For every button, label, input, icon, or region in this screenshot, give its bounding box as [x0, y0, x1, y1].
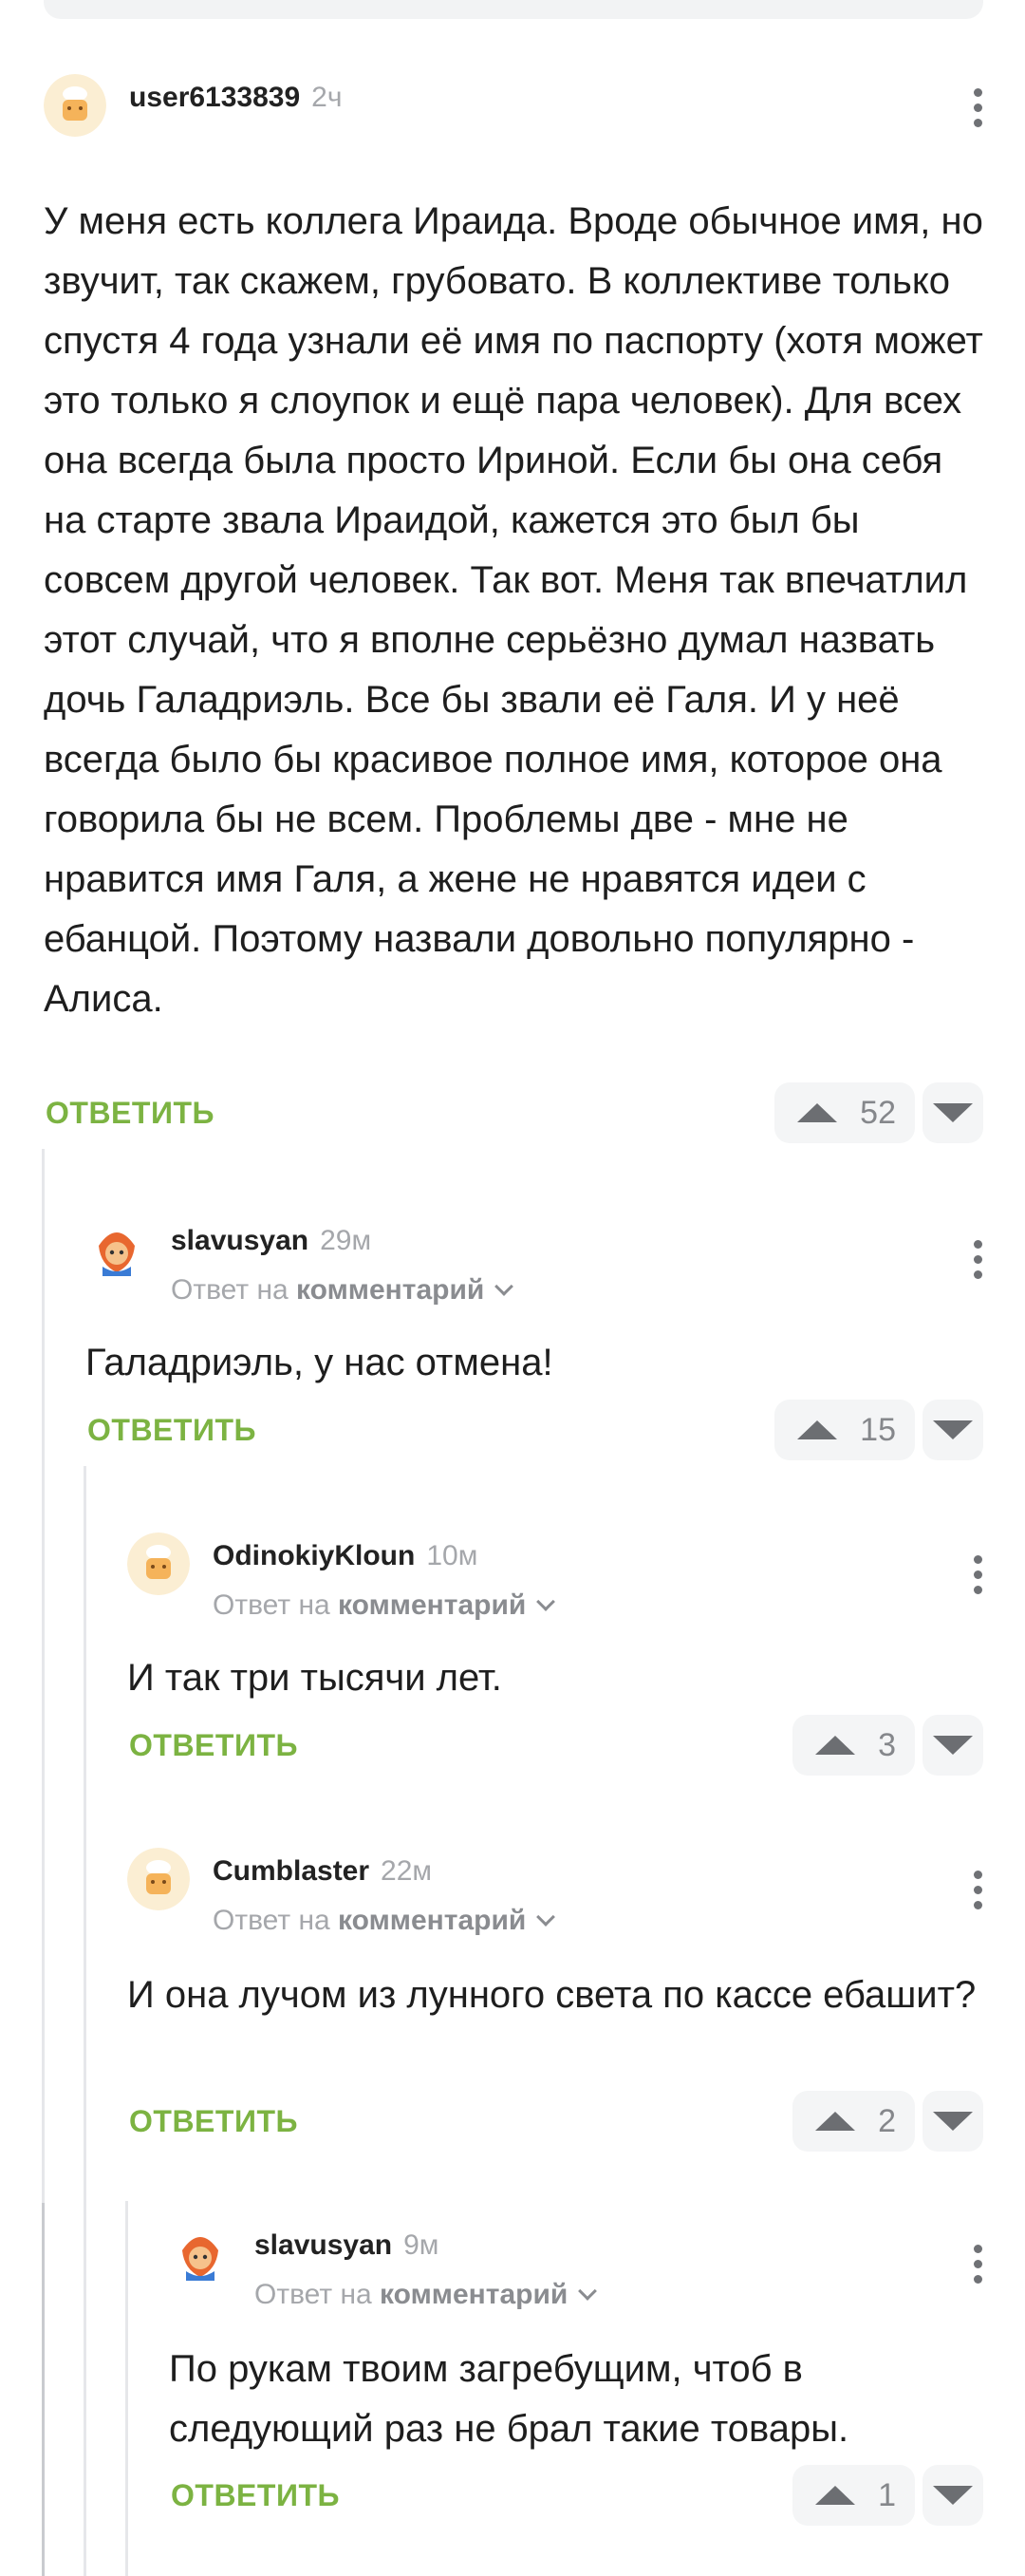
kebab-menu-icon[interactable] [972, 1240, 983, 1282]
comment-time: 2ч [311, 82, 343, 113]
vote-controls: 15 [774, 1400, 983, 1460]
arrow-up-icon [797, 1420, 838, 1439]
downvote-button[interactable] [922, 1082, 983, 1143]
rating-count: 2 [878, 2102, 896, 2139]
upvote-button[interactable]: 3 [792, 1715, 915, 1776]
upvote-button[interactable]: 1 [792, 2465, 915, 2526]
arrow-up-icon [797, 1103, 838, 1122]
comment-actions: ОТВЕТИТЬ 3 [127, 1715, 983, 1776]
downvote-button[interactable] [922, 2465, 983, 2526]
arrow-up-icon [815, 2112, 856, 2131]
arrow-down-icon [933, 1420, 973, 1439]
comment-header: OdinokiyKloun 10м Ответ на комментарий [127, 1532, 983, 1621]
chevron-down-icon[interactable] [536, 1908, 556, 1927]
comment-text: У меня есть коллега Ираида. Вроде обычно… [44, 200, 983, 1020]
rating-count: 52 [860, 1094, 896, 1131]
arrow-down-icon [933, 2112, 973, 2131]
comment-text: По рукам твоим загребущим, чтоб в следую… [169, 2348, 849, 2450]
reply-button[interactable]: ОТВЕТИТЬ [87, 1413, 256, 1448]
chevron-down-icon[interactable] [536, 1592, 556, 1611]
avatar[interactable] [85, 1217, 148, 1280]
avatar[interactable] [169, 2222, 232, 2285]
comment: slavusyan 29м Ответ на комментарий Галадр… [85, 1217, 983, 1460]
chevron-down-icon[interactable] [494, 1277, 514, 1296]
thread-line-level-1-active[interactable] [42, 2203, 45, 2576]
downvote-button[interactable] [922, 1715, 983, 1776]
downvote-button[interactable] [922, 2091, 983, 2152]
arrow-down-icon [933, 1736, 973, 1755]
comment: user6133839 2ч У меня есть коллега Ираида… [44, 74, 983, 1143]
arrow-down-icon [933, 2486, 973, 2505]
username[interactable]: Cumblaster 22м [213, 1855, 432, 1888]
previous-post-footer [44, 0, 983, 19]
downvote-button[interactable] [922, 1400, 983, 1460]
comment-time: 29м [320, 1225, 372, 1256]
avatar[interactable] [44, 74, 106, 137]
reply-button[interactable]: ОТВЕТИТЬ [46, 1096, 214, 1131]
rating-count: 15 [860, 1411, 896, 1448]
avatar[interactable] [127, 1848, 190, 1910]
rating-count: 3 [878, 1726, 896, 1763]
username[interactable]: slavusyan 29м [171, 1225, 371, 1257]
kebab-menu-icon[interactable] [972, 88, 983, 130]
vote-controls: 3 [792, 1715, 983, 1776]
comment-header: Cumblaster 22м Ответ на комментарий [127, 1848, 983, 1936]
vote-controls: 2 [792, 2091, 983, 2152]
comment-text: Галадриэль, у нас отмена! [85, 1342, 553, 1383]
avatar[interactable] [127, 1532, 190, 1595]
upvote-button[interactable]: 52 [774, 1082, 915, 1143]
username[interactable]: slavusyan 9м [254, 2229, 438, 2262]
comment-actions: ОТВЕТИТЬ 52 [44, 1082, 983, 1143]
comment-time: 10м [426, 1540, 478, 1571]
comment-header: user6133839 2ч [44, 74, 983, 141]
thread-line-level-2[interactable] [84, 1466, 86, 2576]
comment: OdinokiyKloun 10м Ответ на комментарий И … [127, 1532, 983, 1776]
username[interactable]: user6133839 2ч [129, 82, 343, 114]
comment: Cumblaster 22м Ответ на комментарий И она… [127, 1848, 983, 2152]
kebab-menu-icon[interactable] [972, 2245, 983, 2286]
comment-actions: ОТВЕТИТЬ 1 [169, 2465, 983, 2526]
comment: slavusyan 9м Ответ на комментарий По рука… [169, 2222, 983, 2526]
upvote-button[interactable]: 15 [774, 1400, 915, 1460]
reply-to-link[interactable]: Ответ на комментарий [254, 2279, 598, 2311]
comment-header: slavusyan 29м Ответ на комментарий [85, 1217, 983, 1306]
upvote-button[interactable]: 2 [792, 2091, 915, 2152]
reply-to-link[interactable]: Ответ на комментарий [213, 1905, 556, 1937]
reply-to-link[interactable]: Ответ на комментарий [171, 1274, 514, 1307]
rating-count: 1 [878, 2476, 896, 2513]
comment-time: 9м [403, 2229, 439, 2261]
comment-time: 22м [381, 1855, 433, 1887]
kebab-menu-icon[interactable] [972, 1871, 983, 1912]
thread-line-level-3[interactable] [125, 2201, 128, 2576]
comment-header: slavusyan 9м Ответ на комментарий [169, 2222, 983, 2310]
reply-button[interactable]: ОТВЕТИТЬ [171, 2478, 340, 2513]
arrow-down-icon [933, 1103, 973, 1122]
comment-text: И она лучом из лунного света по кассе еб… [127, 1974, 977, 2016]
comment-text: И так три тысячи лет. [127, 1657, 502, 1699]
arrow-up-icon [815, 1736, 856, 1755]
arrow-up-icon [815, 2486, 856, 2505]
vote-controls: 52 [774, 1082, 983, 1143]
reply-button[interactable]: ОТВЕТИТЬ [129, 1728, 298, 1763]
vote-controls: 1 [792, 2465, 983, 2526]
comment-actions: ОТВЕТИТЬ 2 [127, 2091, 983, 2152]
comment-actions: ОТВЕТИТЬ 15 [85, 1400, 983, 1460]
reply-to-link[interactable]: Ответ на комментарий [213, 1589, 556, 1622]
reply-button[interactable]: ОТВЕТИТЬ [129, 2104, 298, 2139]
kebab-menu-icon[interactable] [972, 1555, 983, 1597]
username[interactable]: OdinokiyKloun 10м [213, 1540, 477, 1572]
chevron-down-icon[interactable] [578, 2282, 598, 2301]
